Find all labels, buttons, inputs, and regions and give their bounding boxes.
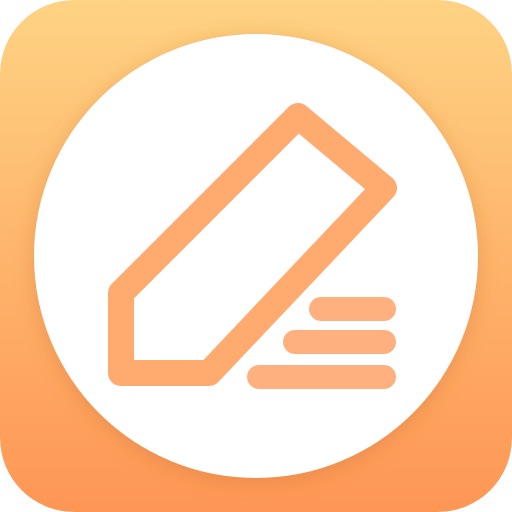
- app-icon-graphic: [0, 0, 512, 512]
- app-icon[interactable]: [0, 0, 512, 512]
- icon-circle: [34, 34, 478, 478]
